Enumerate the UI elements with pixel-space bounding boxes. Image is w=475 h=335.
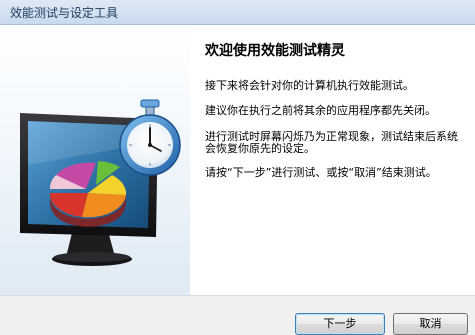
wizard-body: 欢迎使用效能测试精灵 接下来将会针对你的计算机执行效能测试。 建议你在执行之前将… [0, 25, 475, 295]
pie-chart-icon [49, 161, 127, 227]
stopwatch-icon [119, 99, 181, 176]
instruction-text: 请按“下一步”进行测试、或按“取消”结束测试。 [205, 166, 437, 179]
title-bar: 效能测试与设定工具 [0, 0, 475, 25]
page-title: 欢迎使用效能测试精灵 [205, 43, 345, 59]
window-title: 效能测试与设定工具 [10, 6, 119, 20]
button-bar: 下一步 取消 [0, 295, 475, 335]
next-button[interactable]: 下一步 [295, 313, 385, 335]
close-apps-advice: 建议你在执行之前将其余的应用程序都先关闭。 [205, 104, 436, 117]
illustration-panel [0, 25, 190, 295]
flicker-notice: 进行测试时屏幕闪烁乃为正常现象，测试结束后系统会恢复你原先的设定。 [205, 130, 458, 155]
intro-text: 接下来将会针对你的计算机执行效能测试。 [205, 79, 414, 92]
cancel-button[interactable]: 取消 [393, 313, 468, 335]
hero-illustration [20, 99, 181, 266]
